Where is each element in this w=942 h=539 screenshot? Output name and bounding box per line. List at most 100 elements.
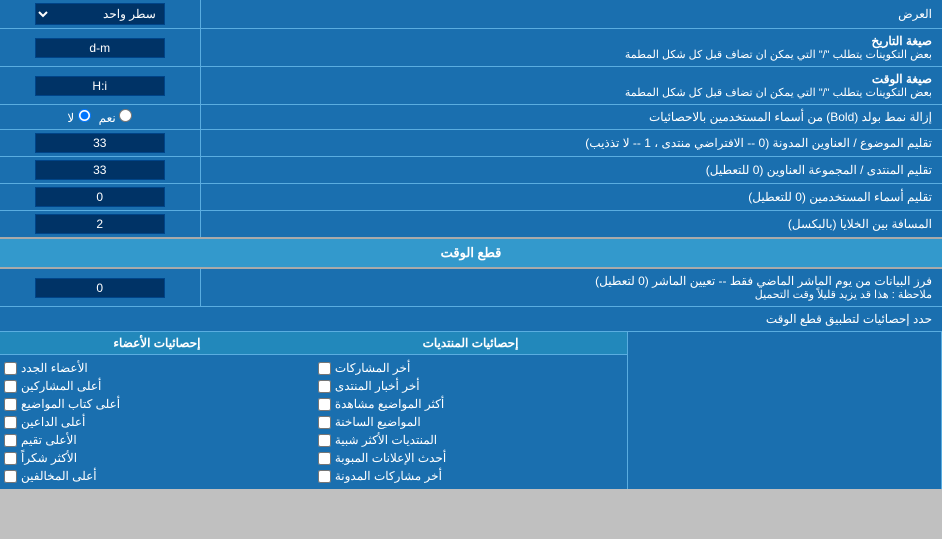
date-format-label: صيغة التاريخ بعض التكوينات يتطلب "/" الت…: [200, 29, 942, 67]
time-format-row: صيغة الوقت بعض التكوينات يتطلب "/" التي …: [0, 67, 942, 105]
cell-spacing-row: المسافة بين الخلايا (بالبكسل): [0, 211, 942, 239]
user-trim-row: تقليم أسماء المستخدمين (0 للتعطيل): [0, 184, 942, 211]
topic-trim-label: تقليم الموضوع / العناوين المدونة (0 -- ا…: [200, 130, 942, 157]
cutoff-note-label: ملاحظة : هذا قد يزيد قليلاً وقت التحميل: [211, 288, 933, 301]
checkboxes-table: إحصائيات المنتديات إحصائيات الأعضاء أخر …: [0, 332, 942, 489]
user-trim-input[interactable]: [35, 187, 165, 207]
topic-trim-input[interactable]: [35, 133, 165, 153]
bold-row: إزالة نمط بولد (Bold) من أسماء المستخدمي…: [0, 105, 942, 130]
cutoff-section-title: قطع الوقت: [0, 238, 942, 268]
col1-header: إحصائيات المنتديات: [314, 332, 628, 355]
time-format-input[interactable]: [35, 76, 165, 96]
forum-trim-row: تقليم المنتدى / المجموعة العناوين (0 للت…: [0, 157, 942, 184]
date-format-row: صيغة التاريخ بعض التكوينات يتطلب "/" الت…: [0, 29, 942, 67]
cutoff-value-input-cell: [0, 268, 200, 307]
chk-col2-item-2: أعلى كتاب المواضيع: [4, 395, 310, 413]
chk-col2-2[interactable]: [4, 398, 17, 411]
chk-col2-label-6: أعلى المخالفين: [4, 469, 97, 483]
chk-col1-item-3: المواضيع الساخنة: [318, 413, 623, 431]
chk-col2-item-6: أعلى المخالفين: [4, 467, 310, 485]
limit-label-text: حدد إحصائيات لتطبيق قطع الوقت: [0, 307, 942, 332]
forum-trim-input[interactable]: [35, 160, 165, 180]
time-format-sublabel: بعض التكوينات يتطلب "/" التي يمكن ان تضا…: [211, 86, 933, 99]
col2-header: إحصائيات الأعضاء: [0, 332, 314, 355]
cutoff-value-row: فرز البيانات من يوم الماشر الماضي فقط --…: [0, 268, 942, 307]
empty-col: [628, 355, 942, 490]
bold-no-radio[interactable]: [78, 109, 91, 122]
cutoff-value-input[interactable]: [35, 278, 165, 298]
chk-col1-item-0: أخر المشاركات: [318, 359, 623, 377]
chk-col1-label-3: المواضيع الساخنة: [318, 415, 421, 429]
forum-trim-input-cell: [0, 157, 200, 184]
chk-col1-4[interactable]: [318, 434, 331, 447]
chk-col2-label-4: الأعلى تقيم: [4, 433, 77, 447]
chk-col2-4[interactable]: [4, 434, 17, 447]
topic-trim-input-cell: [0, 130, 200, 157]
chk-col1-6[interactable]: [318, 470, 331, 483]
limit-label-row: حدد إحصائيات لتطبيق قطع الوقت: [0, 307, 942, 332]
chk-col2-label-1: أعلى المشاركين: [4, 379, 101, 393]
bold-no-label: لا: [67, 109, 90, 125]
date-format-input[interactable]: [35, 38, 165, 58]
chk-col2-item-0: الأعضاء الجدد: [4, 359, 310, 377]
cell-spacing-input[interactable]: [35, 214, 165, 234]
user-trim-input-cell: [0, 184, 200, 211]
main-container: العرض سطر واحد سطرين ثلاثة أسطر صيغة الت…: [0, 0, 942, 489]
chk-col2-3[interactable]: [4, 416, 17, 429]
chk-col2-label-3: أعلى الداعين: [4, 415, 85, 429]
bold-label: إزالة نمط بولد (Bold) من أسماء المستخدمي…: [200, 105, 942, 130]
chk-col2-item-5: الأكثر شكراً: [4, 449, 310, 467]
user-trim-label: تقليم أسماء المستخدمين (0 للتعطيل): [200, 184, 942, 211]
bold-yes-radio[interactable]: [119, 109, 132, 122]
chk-col2-5[interactable]: [4, 452, 17, 465]
forum-trim-label: تقليم المنتدى / المجموعة العناوين (0 للت…: [200, 157, 942, 184]
chk-col1-label-0: أخر المشاركات: [318, 361, 410, 375]
display-mode-select[interactable]: سطر واحد سطرين ثلاثة أسطر: [35, 3, 165, 25]
chk-col1-item-1: أخر أخبار المنتدى: [318, 377, 623, 395]
chk-col2-item-1: أعلى المشاركين: [4, 377, 310, 395]
chk-col1-item-4: المنتديات الأكثر شبية: [318, 431, 623, 449]
chk-col2-label-0: الأعضاء الجدد: [4, 361, 88, 375]
chk-col1-label-4: المنتديات الأكثر شبية: [318, 433, 437, 447]
checkboxes-row: إحصائيات المنتديات إحصائيات الأعضاء أخر …: [0, 332, 942, 490]
chk-col1-3[interactable]: [318, 416, 331, 429]
date-format-main-label: صيغة التاريخ: [211, 34, 933, 48]
cell-spacing-label: المسافة بين الخلايا (بالبكسل): [200, 211, 942, 239]
time-format-main-label: صيغة الوقت: [211, 72, 933, 86]
chk-col2-item-4: الأعلى تقيم: [4, 431, 310, 449]
chk-col1-item-2: أكثر المواضيع مشاهدة: [318, 395, 623, 413]
cell-spacing-input-cell: [0, 211, 200, 239]
chk-col2-label-2: أعلى كتاب المواضيع: [4, 397, 120, 411]
chk-col2-0[interactable]: [4, 362, 17, 375]
page-title: العرض: [200, 0, 942, 29]
chk-col1-label-5: أحدث الإعلانات المبوبة: [318, 451, 446, 465]
chk-col1-5[interactable]: [318, 452, 331, 465]
date-format-sublabel: بعض التكوينات يتطلب "/" التي يمكن ان تضا…: [211, 48, 933, 61]
bold-radio-cell: نعم لا: [0, 105, 200, 130]
bold-yes-label: نعم: [99, 109, 132, 125]
checkboxes-header-row: إحصائيات المنتديات إحصائيات الأعضاء: [0, 332, 942, 355]
chk-col2-6[interactable]: [4, 470, 17, 483]
chk-col2-item-3: أعلى الداعين: [4, 413, 310, 431]
cutoff-value-label: فرز البيانات من يوم الماشر الماضي فقط --…: [200, 268, 942, 307]
col3-header-spacer: [628, 332, 942, 355]
forum-stats-col: أخر المشاركات أخر أخبار المنتدى: [314, 355, 628, 490]
chk-col1-1[interactable]: [318, 380, 331, 393]
cutoff-main-label: فرز البيانات من يوم الماشر الماضي فقط --…: [211, 274, 933, 288]
display-mode-cell: سطر واحد سطرين ثلاثة أسطر: [0, 0, 200, 29]
cutoff-section-header-row: قطع الوقت: [0, 238, 942, 268]
chk-col2-label-5: الأكثر شكراً: [4, 451, 77, 465]
chk-col1-label-1: أخر أخبار المنتدى: [318, 379, 420, 393]
checkboxes-items-row: أخر المشاركات أخر أخبار المنتدى: [0, 355, 942, 490]
member-stats-col: الأعضاء الجدد أعلى المشاركين: [0, 355, 314, 490]
topic-trim-row: تقليم الموضوع / العناوين المدونة (0 -- ا…: [0, 130, 942, 157]
chk-col1-item-5: أحدث الإعلانات المبوبة: [318, 449, 623, 467]
chk-col1-label-2: أكثر المواضيع مشاهدة: [318, 397, 444, 411]
chk-col2-1[interactable]: [4, 380, 17, 393]
chk-col1-label-6: أخر مشاركات المدونة: [318, 469, 442, 483]
time-format-label: صيغة الوقت بعض التكوينات يتطلب "/" التي …: [200, 67, 942, 105]
chk-col1-0[interactable]: [318, 362, 331, 375]
time-format-input-cell: [0, 67, 200, 105]
chk-col1-2[interactable]: [318, 398, 331, 411]
checkboxes-cell: إحصائيات المنتديات إحصائيات الأعضاء أخر …: [0, 332, 942, 490]
